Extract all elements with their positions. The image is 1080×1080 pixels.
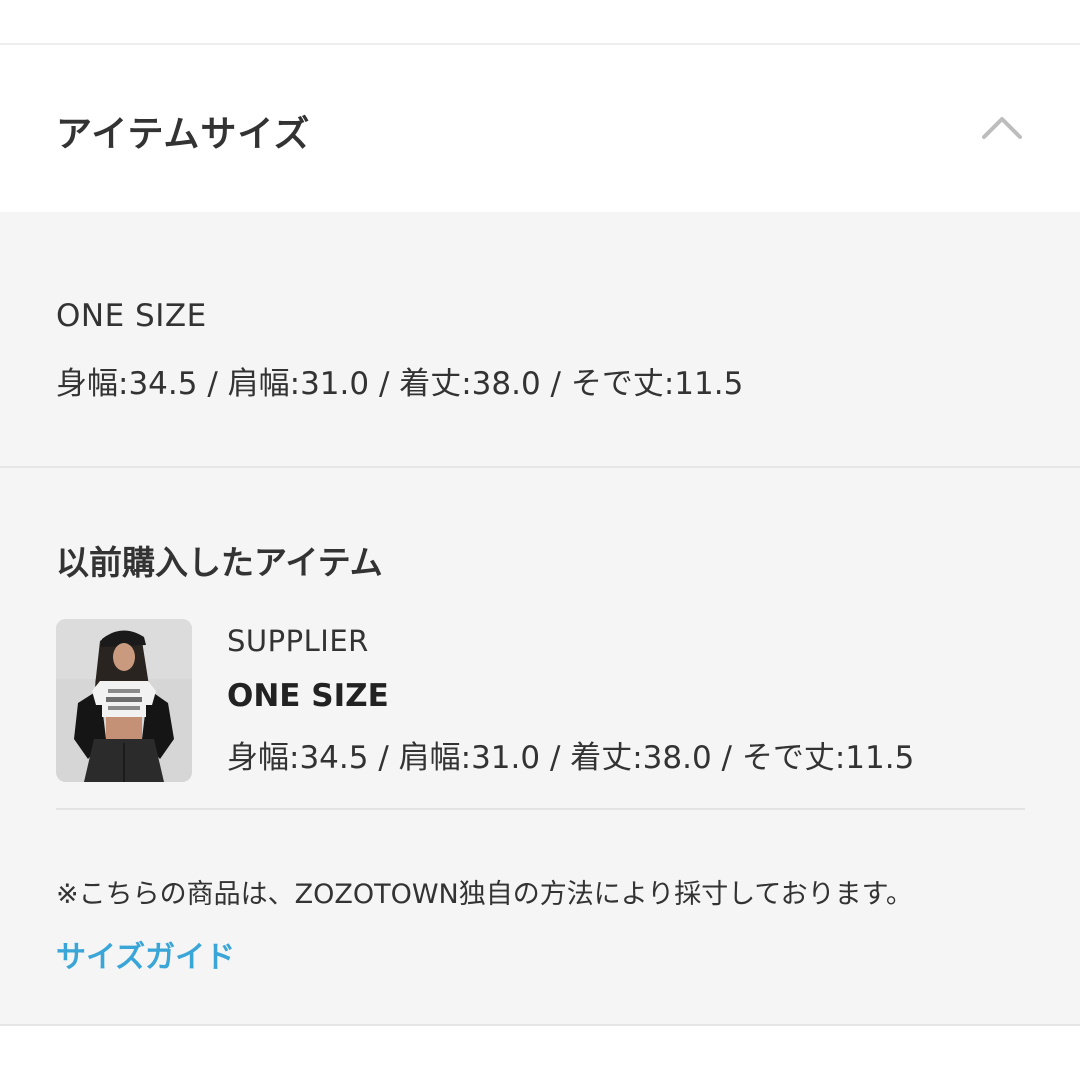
size-guide-link[interactable]: サイズガイド [56, 932, 235, 976]
section-divider [0, 466, 1080, 468]
top-strip [0, 0, 1080, 45]
previous-item-brand[interactable]: SUPPLIER [227, 624, 369, 658]
item-size-header[interactable]: アイテムサイズ [0, 47, 1080, 212]
item-size-panel: ONE SIZE 身幅:34.5 / 肩幅:31.0 / 着丈:38.0 / そ… [0, 212, 1080, 1024]
size-label: ONE SIZE [56, 298, 207, 334]
inner-divider [56, 808, 1025, 810]
section-title: アイテムサイズ [56, 114, 311, 155]
product-photo-image [56, 619, 192, 782]
chevron-up-icon[interactable] [980, 111, 1024, 141]
bottom-strip [0, 1026, 1080, 1080]
previous-item-measurements: 身幅:34.5 / 肩幅:31.0 / 着丈:38.0 / そで丈:11.5 [227, 740, 915, 776]
previous-item-size-label: ONE SIZE [227, 678, 389, 714]
measurement-note: ※こちらの商品は、ZOZOTOWN独自の方法により採寸しております。 [56, 879, 913, 910]
size-measurements: 身幅:34.5 / 肩幅:31.0 / 着丈:38.0 / そで丈:11.5 [56, 366, 744, 402]
previous-item-thumbnail[interactable] [56, 619, 192, 782]
previous-purchase-heading: 以前購入したアイテム [56, 543, 383, 582]
